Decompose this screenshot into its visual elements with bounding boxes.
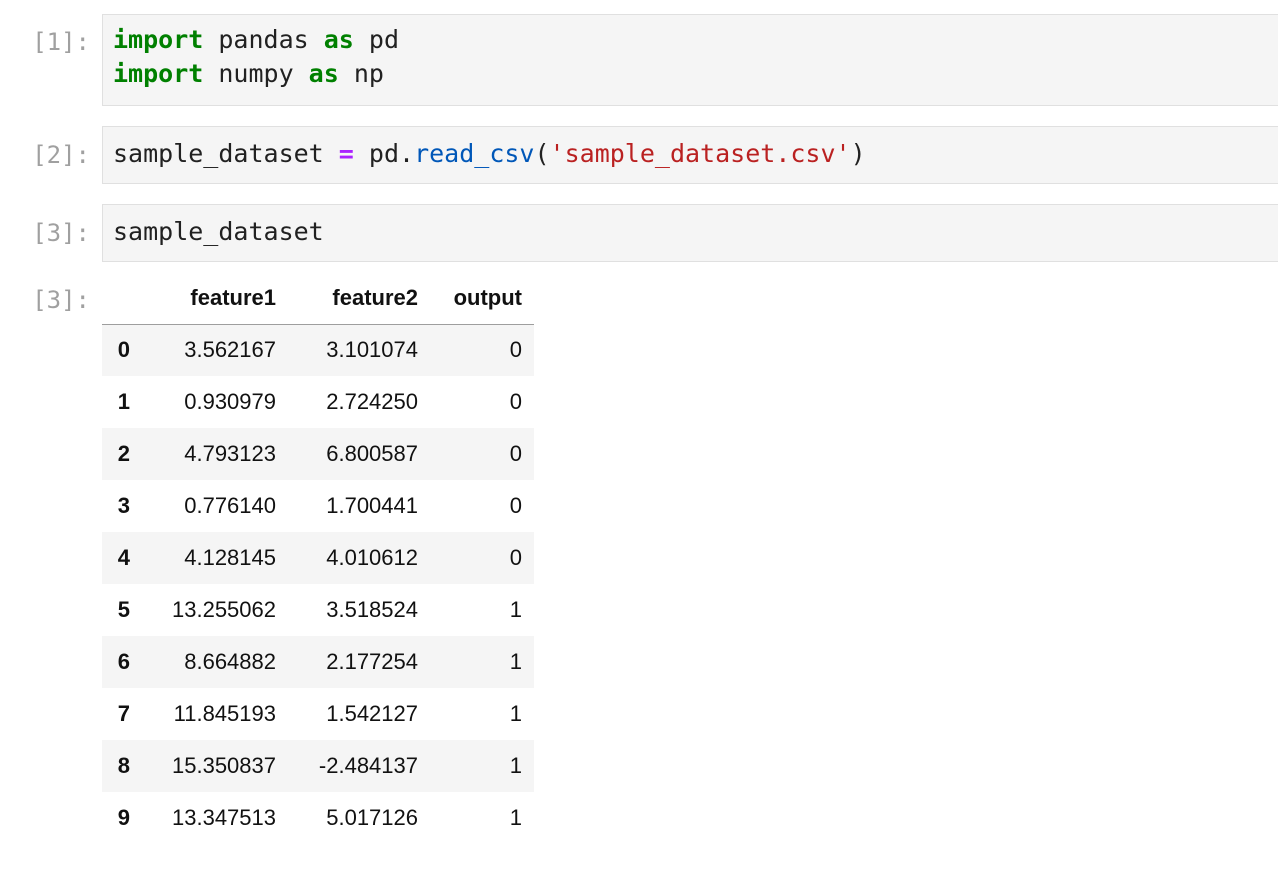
code-editor[interactable]: import pandas as pd import numpy as np — [102, 14, 1278, 106]
code-token: sample_dataset — [113, 139, 339, 168]
row-index: 2 — [102, 428, 140, 480]
table-cell: 2.177254 — [286, 636, 428, 688]
table-cell: 15.350837 — [140, 740, 286, 792]
code-token: = — [338, 139, 354, 168]
cell-prompt: [3]: — [32, 219, 90, 247]
column-header: output — [428, 272, 534, 325]
code-token: np — [338, 59, 384, 88]
table-cell: 11.845193 — [173, 701, 276, 726]
code-cell-2[interactable]: [2]: sample_dataset = pd.read_csv('sampl… — [0, 126, 1278, 184]
table-cell: 2.724250 — [326, 389, 418, 414]
table-cell: 4.010612 — [286, 532, 428, 584]
code-editor[interactable]: sample_dataset — [102, 204, 1278, 262]
code-line: import numpy as np — [113, 59, 384, 88]
code-token: as — [323, 25, 354, 54]
code-editor[interactable]: sample_dataset = pd.read_csv('sample_dat… — [102, 126, 1278, 184]
table-cell: 1.542127 — [326, 701, 418, 726]
table-cell: 0 — [428, 428, 534, 480]
table-cell: 6.800587 — [286, 428, 428, 480]
code-line: sample_dataset = pd.read_csv('sample_dat… — [113, 139, 866, 168]
row-index: 0 — [102, 324, 140, 376]
code-token: as — [308, 59, 339, 88]
code-token: pd — [353, 25, 399, 54]
table-cell: -2.484137 — [286, 740, 428, 792]
code-line: sample_dataset — [113, 217, 324, 246]
cell-prompt: [2]: — [32, 141, 90, 169]
table-cell: 4.128145 — [140, 532, 286, 584]
table-row: 1 0.930979 2.724250 0 — [102, 376, 534, 428]
row-index: 3 — [117, 493, 130, 518]
table-cell: 0 — [428, 532, 534, 584]
row-index: 5 — [117, 597, 130, 622]
row-index: 8 — [102, 740, 140, 792]
table-row: 0 3.562167 3.101074 0 — [102, 324, 534, 376]
table-cell: 3.562167 — [140, 324, 286, 376]
column-header: feature1 — [140, 272, 286, 325]
table-cell: 13.347513 — [172, 805, 276, 830]
code-token: pd. — [353, 139, 415, 168]
code-token: import — [113, 59, 204, 88]
column-header: feature2 — [286, 272, 428, 325]
table-row: 7 11.845193 1.542127 1 — [102, 688, 534, 740]
table-row: 2 4.793123 6.800587 0 — [102, 428, 534, 480]
table-cell: 8.664882 — [140, 636, 286, 688]
column-header — [102, 272, 140, 325]
table-row: 5 13.255062 3.518524 1 — [102, 584, 534, 636]
row-index: 1 — [117, 389, 130, 414]
table-cell: 13.255062 — [172, 597, 276, 622]
table-cell: 3.518524 — [326, 597, 418, 622]
table-row: 9 13.347513 5.017126 1 — [102, 792, 534, 844]
table-row: 4 4.128145 4.010612 0 — [102, 532, 534, 584]
table-row: 8 15.350837 -2.484137 1 — [102, 740, 534, 792]
table-cell: 0 — [509, 389, 522, 414]
table-cell: 0.930979 — [184, 389, 276, 414]
table-cell: 1 — [509, 701, 522, 726]
table-cell: 1 — [509, 597, 522, 622]
code-token: ( — [534, 139, 550, 168]
table-cell: 5.017126 — [326, 805, 418, 830]
code-token: pandas — [203, 25, 324, 54]
table-row: 3 0.776140 1.700441 0 — [102, 480, 534, 532]
code-token: sample_dataset — [113, 217, 324, 246]
code-cell-3[interactable]: [3]: sample_dataset — [0, 204, 1278, 262]
table-cell: 1 — [428, 636, 534, 688]
table-cell: 1 — [428, 740, 534, 792]
table-cell: 4.793123 — [140, 428, 286, 480]
code-token: import — [113, 25, 204, 54]
output-prompt: [3]: — [32, 286, 90, 314]
row-index: 6 — [102, 636, 140, 688]
code-line: import pandas as pd — [113, 25, 399, 54]
table-cell: 1 — [509, 805, 522, 830]
code-token: read_csv — [414, 139, 535, 168]
table-header-row: feature1 feature2 output — [102, 272, 534, 325]
table-cell: 3.101074 — [286, 324, 428, 376]
table-cell: 1.700441 — [326, 493, 418, 518]
code-cell-1[interactable]: [1]: import pandas as pd import numpy as… — [0, 14, 1278, 106]
code-token: ) — [850, 139, 866, 168]
dataframe-output-table: feature1 feature2 output 0 3.562167 3.1010… — [102, 272, 534, 844]
cell-prompt: [1]: — [32, 28, 90, 56]
table-cell: 0 — [509, 493, 522, 518]
table-cell: 0 — [428, 324, 534, 376]
table-cell: 0.776140 — [184, 493, 276, 518]
code-token: numpy — [203, 59, 309, 88]
row-index: 9 — [117, 805, 130, 830]
code-token: 'sample_dataset.csv' — [549, 139, 851, 168]
row-index: 4 — [102, 532, 140, 584]
table-row: 6 8.664882 2.177254 1 — [102, 636, 534, 688]
row-index: 7 — [117, 701, 130, 726]
